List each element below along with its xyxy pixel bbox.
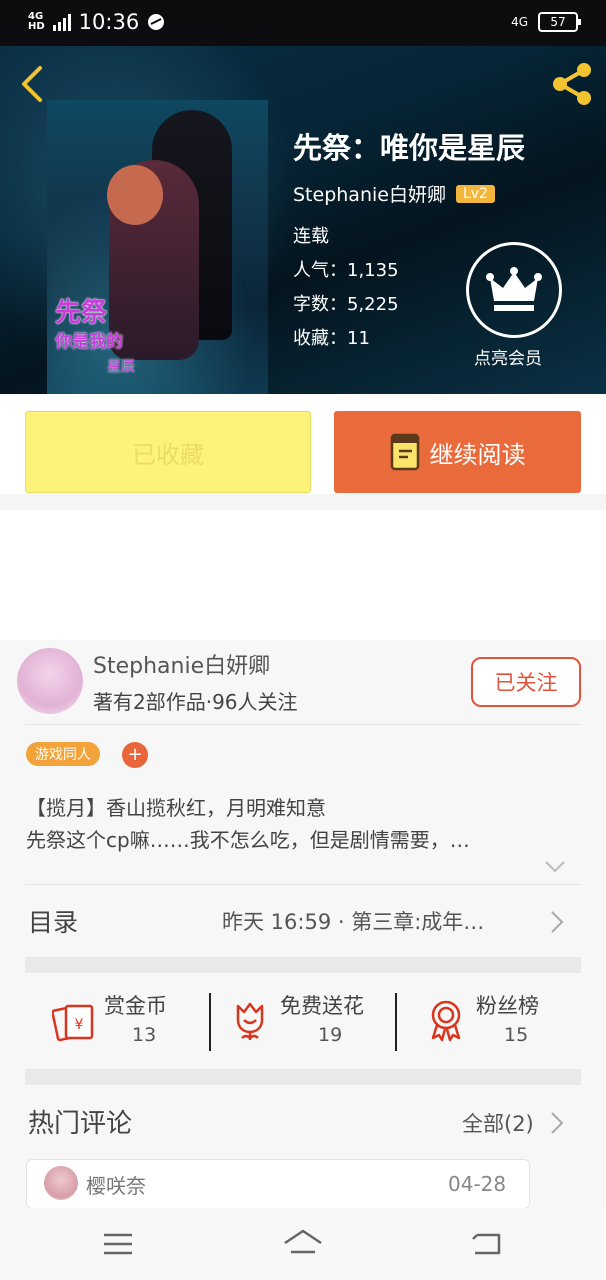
flower-icon <box>236 1002 264 1040</box>
commenter-name[interactable]: 樱咲奈 <box>86 1170 146 1199</box>
follow-button[interactable]: 已关注 <box>471 657 581 707</box>
hot-comments-title: 热门评论 <box>28 1109 133 1139</box>
all-comments-link[interactable]: 全部(2) <box>462 1108 534 1138</box>
stat-flowers[interactable]: 免费送花 19 <box>228 990 388 1052</box>
divider-line <box>25 884 581 885</box>
divider-line <box>25 724 581 725</box>
toc-latest-chapter[interactable]: 昨天 16:59 · 第三章:成年… <box>222 906 540 936</box>
author-name: Stephanie白妍卿 <box>293 184 446 206</box>
book-title: 先祭：唯你是星辰 <box>293 131 526 165</box>
home-icon[interactable] <box>283 1226 323 1262</box>
toc-label[interactable]: 目录 <box>28 903 78 939</box>
book-cover: 先祭 你是我的 星辰 <box>47 100 268 394</box>
divider <box>0 494 606 510</box>
back-nav-icon[interactable] <box>467 1226 507 1262</box>
status-right: 4G 57 <box>511 12 581 32</box>
section-band <box>25 1069 581 1085</box>
stat-coins-label: 赏金币 <box>104 994 167 1018</box>
cover-title: 先祭 <box>55 298 108 328</box>
status-bar: 4G HD 10:36 4G 57 <box>0 0 606 46</box>
book-favorites: 收藏：11 <box>293 328 370 349</box>
status-left: 4G HD 10:36 <box>28 10 165 34</box>
stat-fans[interactable]: 粉丝榜 15 <box>424 990 584 1052</box>
chevron-right-icon[interactable] <box>550 1111 564 1135</box>
member-label: 点亮会员 <box>474 349 542 369</box>
stat-flowers-value: 19 <box>318 1024 343 1046</box>
intro-line-1: 【揽月】香山揽秋红，月明难知意 <box>26 796 326 820</box>
battery-icon: 57 <box>538 12 581 32</box>
add-tag-button[interactable]: + <box>122 742 148 768</box>
intro-line-2: 先祭这个cp嘛……我不怎么吃，但是剧情需要，… <box>26 828 470 852</box>
stat-fans-value: 15 <box>504 1024 529 1046</box>
blank-area <box>0 510 606 640</box>
member-button[interactable] <box>466 242 562 338</box>
stat-flowers-label: 免费送花 <box>280 994 364 1018</box>
collected-button[interactable]: 已收藏 <box>25 411 311 493</box>
sync-icon <box>148 14 165 30</box>
status-time: 10:36 <box>78 10 140 34</box>
cover-subtitle2: 星辰 <box>107 359 135 375</box>
stat-separator <box>209 993 211 1051</box>
book-word-count: 字数：5,225 <box>293 294 399 315</box>
author-card-summary: 著有2部作品·96人关注 <box>93 690 298 714</box>
continue-reading-label: 继续阅读 <box>429 440 526 469</box>
chevron-right-icon[interactable] <box>550 910 564 934</box>
cover-subtitle: 你是我的 <box>55 332 123 352</box>
stat-separator <box>395 993 397 1051</box>
share-icon[interactable] <box>548 60 596 108</box>
expand-chevron-icon[interactable] <box>544 860 566 874</box>
network-indicator: 4G HD <box>28 11 45 32</box>
book-icon <box>390 433 419 471</box>
commenter-avatar[interactable] <box>44 1166 78 1200</box>
stat-coins[interactable]: ¥ 赏金币 13 <box>52 990 202 1052</box>
level-badge: Lv2 <box>455 184 495 203</box>
stat-fans-label: 粉丝榜 <box>476 994 539 1018</box>
genre-tag[interactable]: 游戏同人 <box>26 742 100 766</box>
book-popularity: 人气：1,135 <box>293 260 399 281</box>
red-envelope-icon: ¥ <box>52 1004 94 1042</box>
comment-date: 04-28 <box>448 1172 507 1196</box>
stat-coins-value: 13 <box>132 1024 157 1046</box>
medal-icon <box>431 1000 461 1042</box>
svg-text:¥: ¥ <box>75 1017 84 1033</box>
crown-icon <box>486 267 542 311</box>
author-card-name[interactable]: Stephanie白妍卿 <box>93 648 270 680</box>
book-status: 连载 <box>293 226 329 247</box>
continue-reading-button[interactable]: 继续阅读 <box>334 411 581 493</box>
menu-icon[interactable] <box>98 1226 138 1262</box>
book-author[interactable]: Stephanie白妍卿 Lv2 <box>293 180 495 207</box>
network-right: 4G <box>511 15 528 29</box>
signal-icon <box>52 13 71 31</box>
back-icon[interactable] <box>18 64 48 104</box>
section-band <box>25 957 581 973</box>
author-avatar[interactable] <box>17 648 83 714</box>
